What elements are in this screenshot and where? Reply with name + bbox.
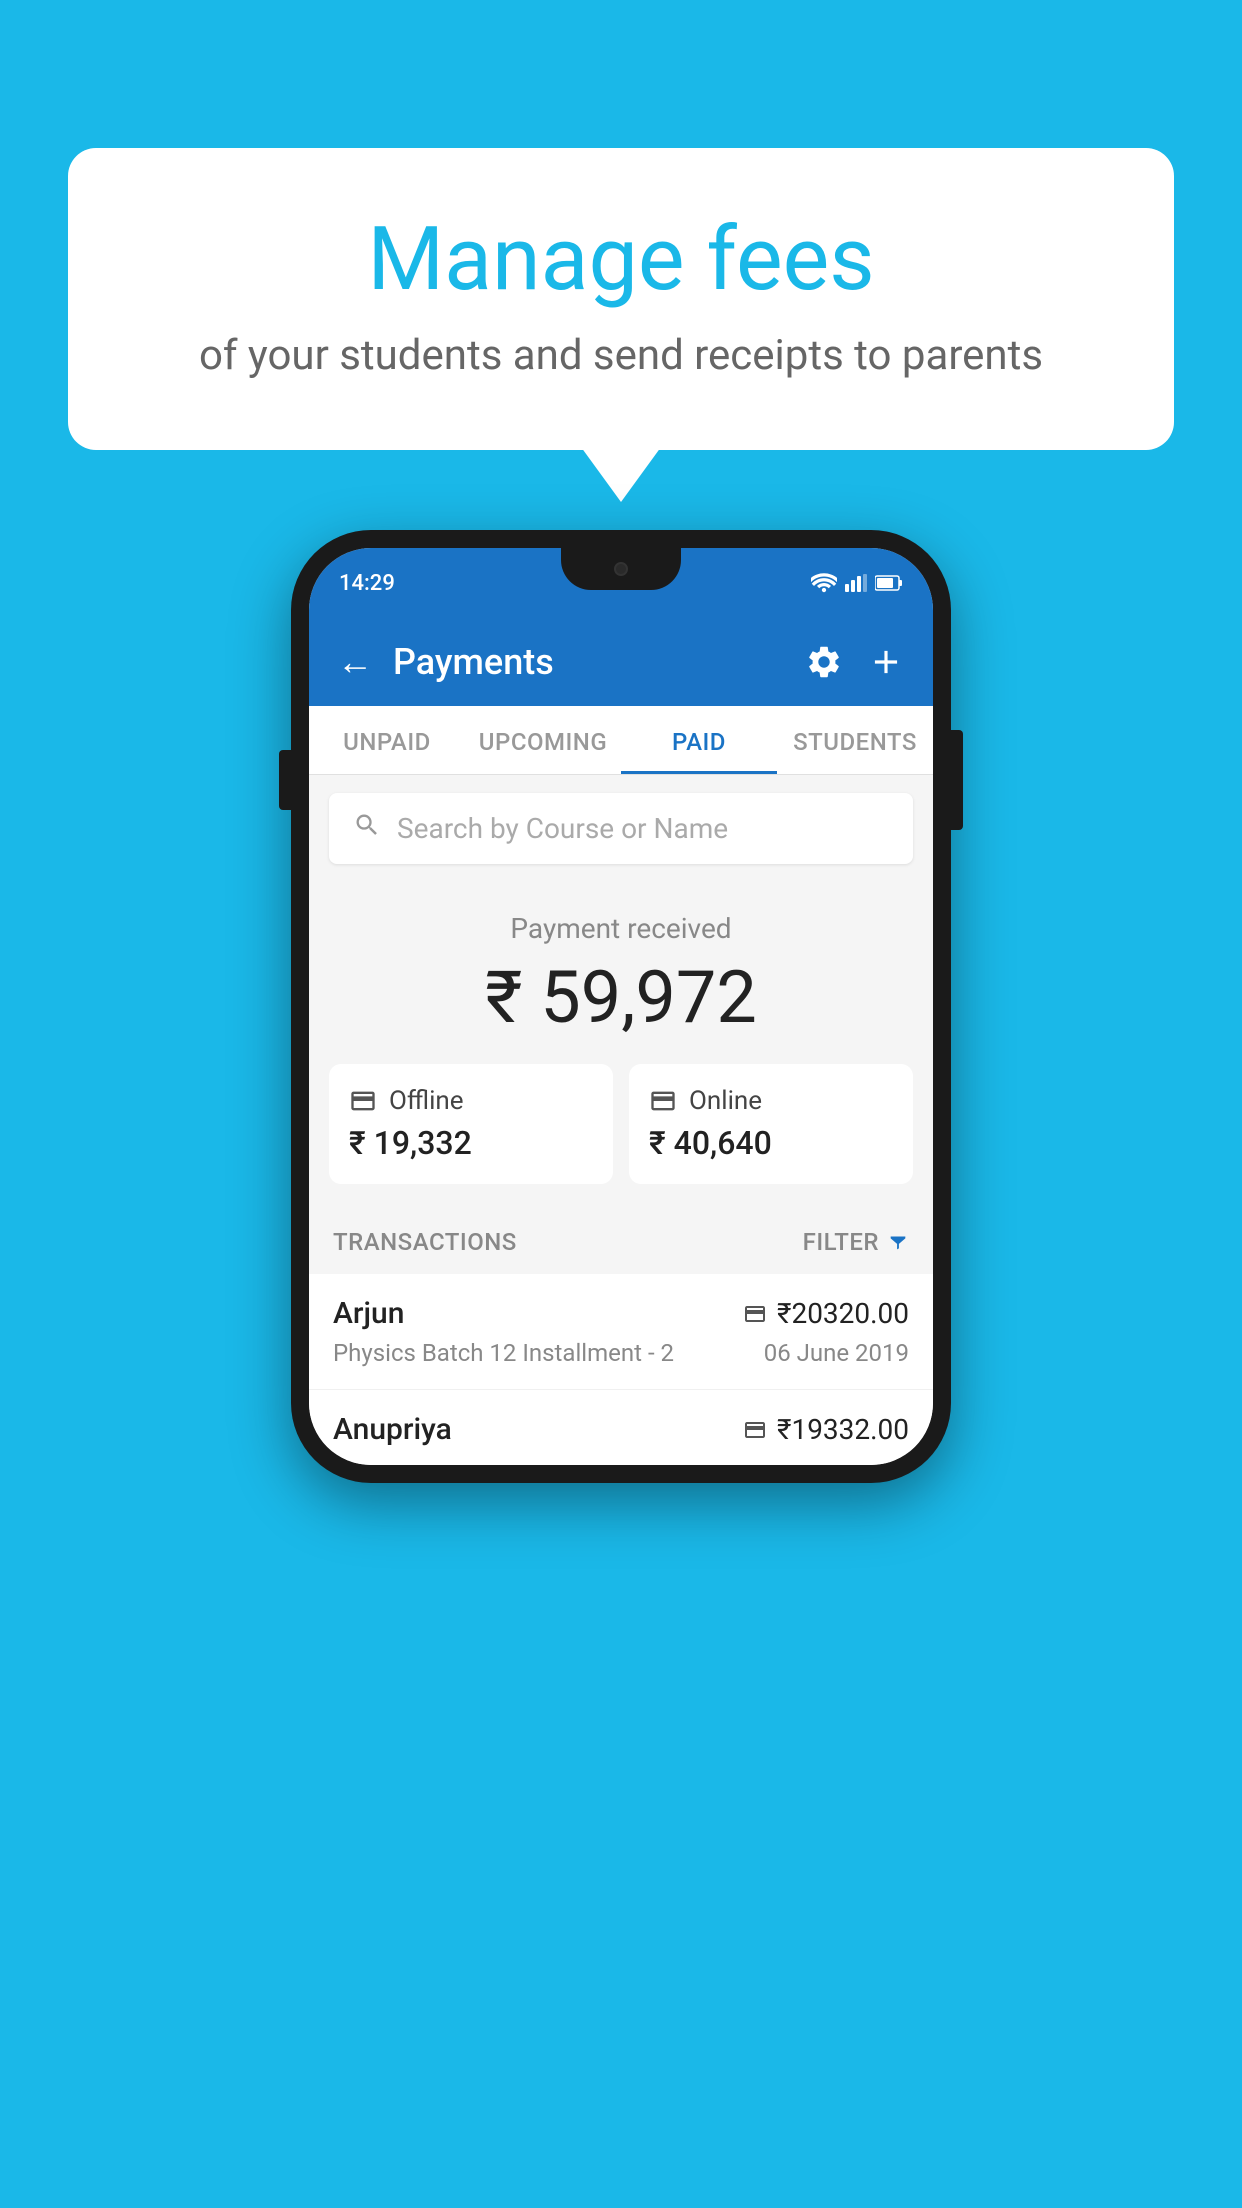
tab-paid[interactable]: PAID [621,706,777,774]
online-icon [649,1087,677,1115]
offline-card-header: Offline [349,1086,593,1116]
online-amount: ₹ 40,640 [649,1124,893,1162]
search-placeholder: Search by Course or Name [397,812,728,845]
tab-unpaid[interactable]: UNPAID [309,706,465,774]
card-payment-icon [743,1302,767,1326]
transactions-label: TRANSACTIONS [333,1228,517,1256]
header-title: Payments [393,641,554,683]
payment-cards: Offline ₹ 19,332 Online ₹ 40,640 [329,1064,913,1184]
transaction-name: Arjun [333,1296,404,1331]
transaction-date: 06 June 2019 [764,1339,909,1367]
add-icon[interactable] [867,643,905,681]
settings-icon[interactable] [805,643,843,681]
header-left: ← Payments [337,641,554,683]
filter-icon [887,1231,909,1253]
transaction-amount-wrapper: ₹20320.00 [743,1297,909,1330]
speech-bubble: Manage fees of your students and send re… [68,148,1174,450]
transaction-amount-2: ₹19332.00 [777,1413,909,1446]
offline-icon [349,1087,377,1115]
tab-upcoming[interactable]: UPCOMING [465,706,621,774]
status-time: 14:29 [339,571,395,596]
offline-payment-card: Offline ₹ 19,332 [329,1064,613,1184]
offline-label: Offline [389,1086,464,1116]
filter-button[interactable]: FILTER [803,1228,909,1256]
transaction-top-2: Anupriya ₹19332.00 [333,1412,909,1447]
offline-amount: ₹ 19,332 [349,1124,593,1162]
status-bar: 14:29 [309,548,933,618]
online-card-header: Online [649,1086,893,1116]
payment-received-label: Payment received [329,912,913,945]
signal-icon [845,573,867,593]
transaction-top: Arjun ₹20320.00 [333,1296,909,1331]
header-right [805,643,905,681]
search-container: Search by Course or Name [309,775,933,882]
transaction-amount: ₹20320.00 [777,1297,909,1330]
online-label: Online [689,1086,762,1116]
battery-icon [875,574,903,592]
transaction-row-partial[interactable]: Anupriya ₹19332.00 [309,1390,933,1465]
notch-cutout [561,548,681,590]
transaction-detail: Physics Batch 12 Installment - 2 [333,1339,674,1367]
tab-students[interactable]: STUDENTS [777,706,933,774]
speech-bubble-container: Manage fees of your students and send re… [68,148,1174,450]
filter-label: FILTER [803,1228,879,1256]
back-button[interactable]: ← [337,641,373,683]
wifi-icon [811,573,837,593]
transaction-bottom: Physics Batch 12 Installment - 2 06 June… [333,1339,909,1367]
transactions-header: TRANSACTIONS FILTER [309,1210,933,1274]
payment-summary: Payment received ₹ 59,972 Offline ₹ 19,3… [309,882,933,1210]
app-header: ← Payments [309,618,933,706]
search-box[interactable]: Search by Course or Name [329,793,913,864]
transaction-row[interactable]: Arjun ₹20320.00 Physics Batch 12 Install… [309,1274,933,1390]
transaction-name-2: Anupriya [333,1412,452,1447]
tabs-bar: UNPAID UPCOMING PAID STUDENTS [309,706,933,775]
offline-payment-icon [743,1418,767,1442]
search-icon [353,811,381,846]
phone-mockup: 14:29 [291,530,951,1483]
phone-screen: 14:29 [309,548,933,1465]
bubble-title: Manage fees [148,208,1094,311]
status-icons [811,573,903,593]
payment-total-amount: ₹ 59,972 [329,955,913,1040]
online-payment-card: Online ₹ 40,640 [629,1064,913,1184]
phone-outer: 14:29 [291,530,951,1483]
bubble-subtitle: of your students and send receipts to pa… [148,331,1094,380]
camera-dot [614,562,628,576]
transaction-amount-wrapper-2: ₹19332.00 [743,1413,909,1446]
